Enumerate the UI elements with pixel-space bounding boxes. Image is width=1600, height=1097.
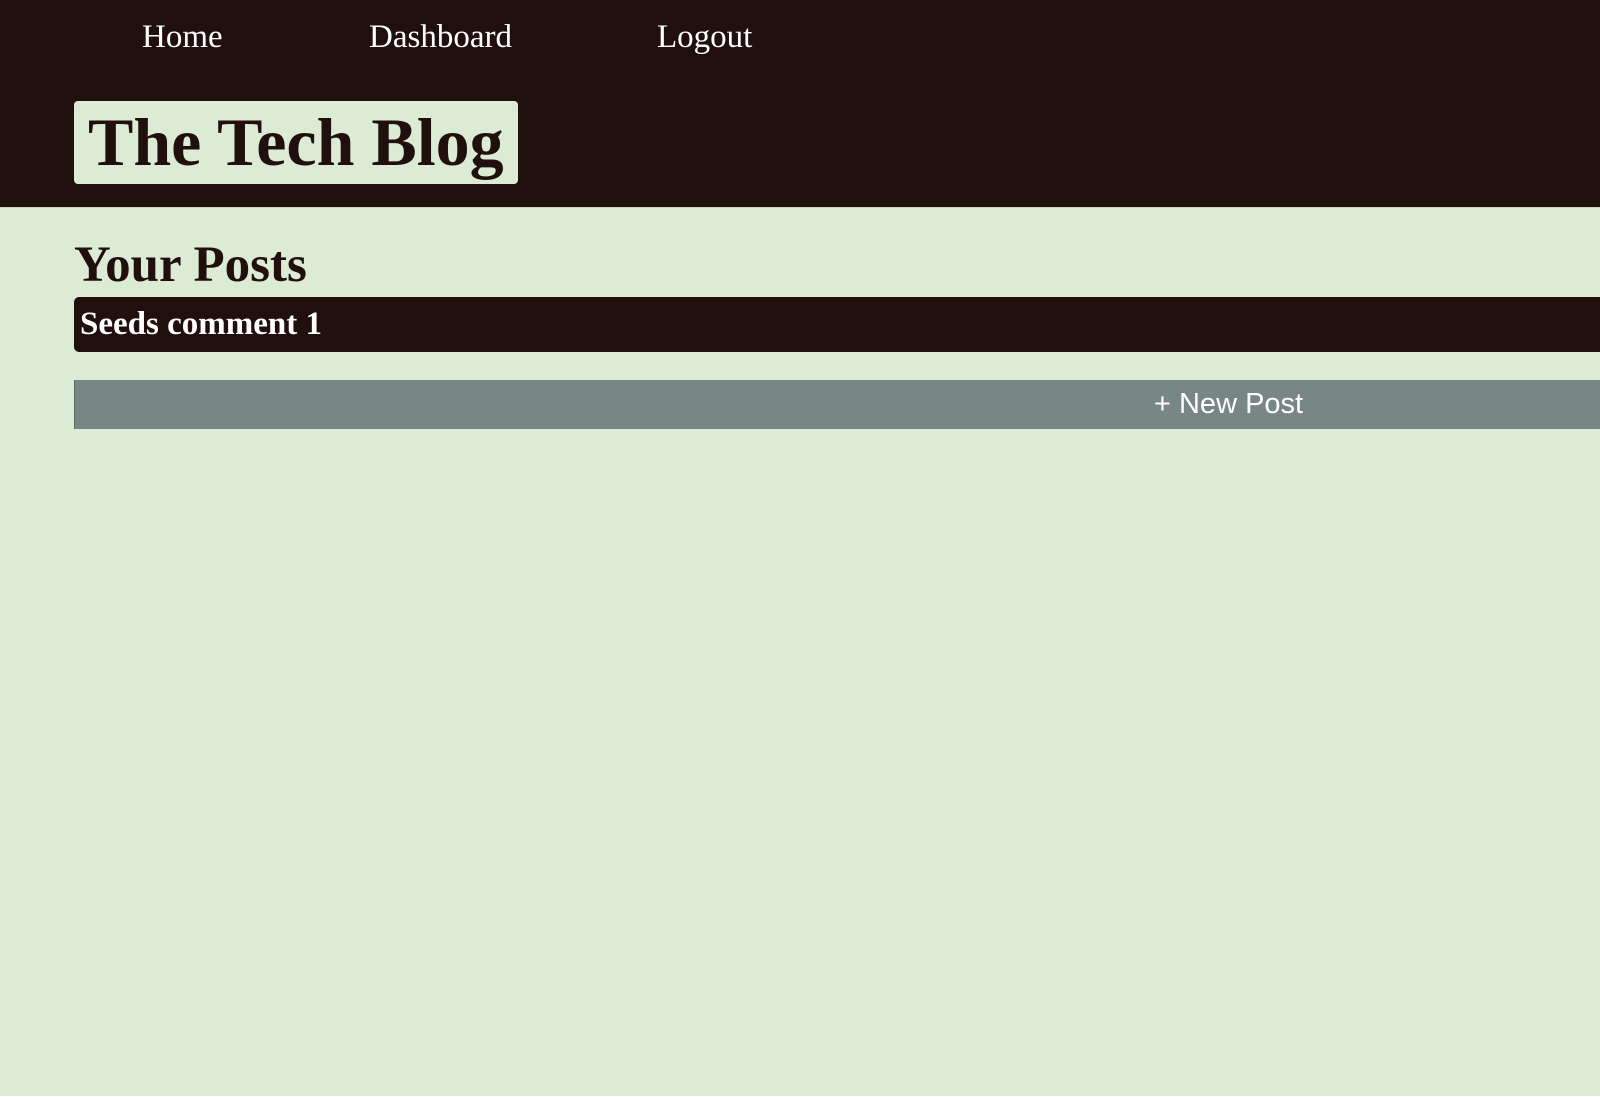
nav-link-logout[interactable]: Logout xyxy=(657,14,752,60)
post-title: Seeds comment 1 xyxy=(80,306,322,342)
page-title: Your Posts xyxy=(74,237,307,293)
main-nav: Home Dashboard Logout xyxy=(0,14,900,60)
site-header: Home Dashboard Logout The Tech Blog xyxy=(0,0,1600,208)
dashboard-main: Your Posts Seeds comment 1 + New Post xyxy=(0,208,1600,1097)
new-post-button[interactable]: + New Post xyxy=(74,380,1600,429)
nav-link-home[interactable]: Home xyxy=(142,14,223,60)
site-title: The Tech Blog xyxy=(74,101,518,184)
post-card[interactable]: Seeds comment 1 xyxy=(74,297,1600,352)
new-post-button-label: + New Post xyxy=(1154,388,1304,420)
nav-link-dashboard[interactable]: Dashboard xyxy=(369,14,512,60)
